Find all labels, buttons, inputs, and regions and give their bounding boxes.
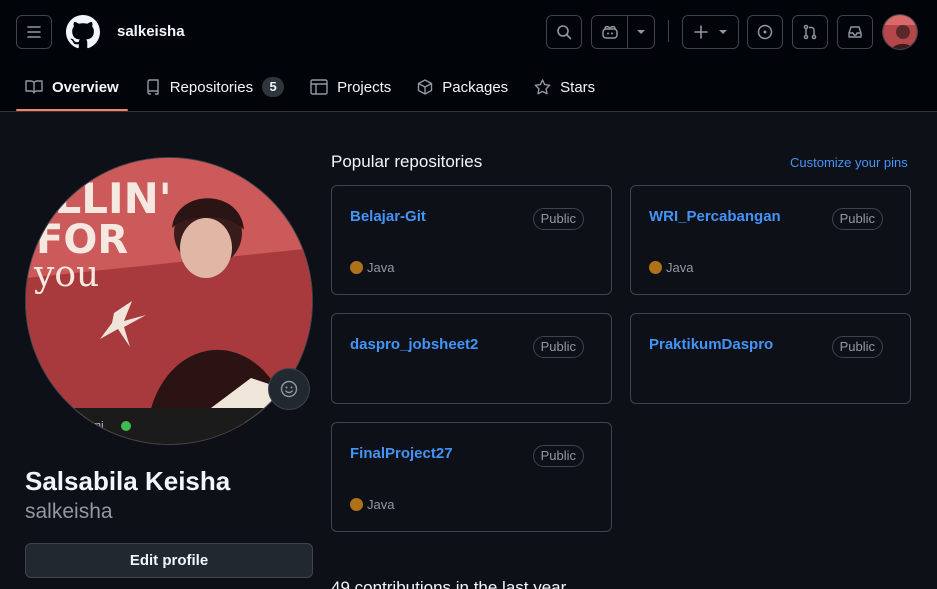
visibility-badge: Public [532, 336, 584, 358]
tab-label: Packages [442, 78, 509, 96]
edit-profile-button[interactable]: Edit profile [25, 543, 313, 578]
profile-fullname: Salsabila Keisha [25, 466, 231, 496]
profile-login: salkeisha [25, 500, 113, 523]
search-button[interactable] [546, 15, 582, 49]
repo-icon [147, 79, 159, 95]
repo-card: Belajar-Git Public Java [331, 185, 612, 295]
tab-packages[interactable]: Packages [408, 66, 517, 108]
github-logo[interactable] [66, 15, 100, 49]
popular-repos-heading: Popular repositories [331, 152, 483, 171]
inbox-icon [848, 26, 862, 38]
repo-name-link[interactable]: PraktikumDaspro [649, 336, 773, 353]
repo-name-link[interactable]: FinalProject27 [350, 445, 453, 462]
repo-language: Java [350, 260, 394, 275]
tab-label: Repositories [169, 78, 254, 96]
language-label: Java [666, 260, 694, 275]
tab-repositories[interactable]: Repositories 5 [136, 66, 293, 108]
repo-language: Java [350, 497, 394, 512]
menu-icon [27, 26, 41, 38]
repo-card: PraktikumDaspro Public [630, 313, 911, 404]
tab-label: Stars [560, 78, 596, 96]
header-username[interactable]: salkeisha [117, 23, 185, 40]
table-icon [310, 79, 328, 95]
visibility-badge: Public [532, 208, 584, 230]
create-new-button[interactable] [682, 15, 739, 49]
repo-name-link[interactable]: WRI_Percabangan [649, 208, 781, 225]
copilot-icon [592, 24, 627, 40]
pull-requests-icon [803, 24, 817, 40]
package-icon [418, 79, 433, 95]
issues-button[interactable] [747, 15, 783, 49]
header-divider [668, 20, 669, 42]
visibility-badge: Public [532, 445, 584, 467]
issues-icon [757, 24, 773, 40]
tab-stars[interactable]: Stars [525, 66, 604, 108]
avatar-caption: hami [81, 421, 104, 431]
tab-label: Projects [337, 78, 392, 96]
language-color-dot [649, 261, 662, 274]
profile-avatar[interactable]: ALLIN' FOR you hami [25, 157, 313, 445]
repo-name-link[interactable]: daspro_jobsheet2 [350, 336, 478, 353]
book-icon [25, 80, 43, 94]
menu-button[interactable] [16, 15, 52, 49]
repo-language: Java [649, 260, 693, 275]
chevron-down-icon[interactable] [628, 29, 654, 35]
avatar-text-line3: you [33, 254, 99, 295]
copilot-button[interactable] [591, 15, 655, 49]
language-label: Java [367, 260, 395, 275]
language-color-dot [350, 498, 363, 511]
repo-count-badge: 5 [262, 77, 285, 97]
visibility-badge: Public [831, 208, 883, 230]
chevron-down-icon [719, 30, 727, 34]
tab-overview[interactable]: Overview [16, 66, 128, 111]
repo-name-link[interactable]: Belajar-Git [350, 208, 426, 225]
language-color-dot [350, 261, 363, 274]
customize-pins-link[interactable]: Customize your pins [790, 155, 908, 170]
tab-projects[interactable]: Projects [301, 66, 400, 108]
inbox-button[interactable] [837, 15, 873, 49]
tab-label: Overview [52, 78, 119, 96]
plus-icon [694, 25, 708, 39]
pull-requests-button[interactable] [792, 15, 828, 49]
repo-card: WRI_Percabangan Public Java [630, 185, 911, 295]
user-avatar-small[interactable] [882, 14, 918, 50]
language-label: Java [367, 497, 395, 512]
repo-card: FinalProject27 Public Java [331, 422, 612, 532]
smiley-icon [280, 380, 298, 398]
profile-tabs: Overview Repositories 5 Projects Package… [16, 66, 612, 112]
contributions-heading: 49 contributions in the last year [331, 578, 567, 589]
search-icon [557, 25, 572, 40]
star-icon [534, 79, 551, 95]
repo-card: daspro_jobsheet2 Public [331, 313, 612, 404]
set-status-button[interactable] [268, 368, 310, 410]
app-header: salkeisha Overview Repositories 5 Projec… [0, 0, 937, 112]
visibility-badge: Public [831, 336, 883, 358]
avatar-text-line1: ALLIN' [26, 174, 172, 223]
